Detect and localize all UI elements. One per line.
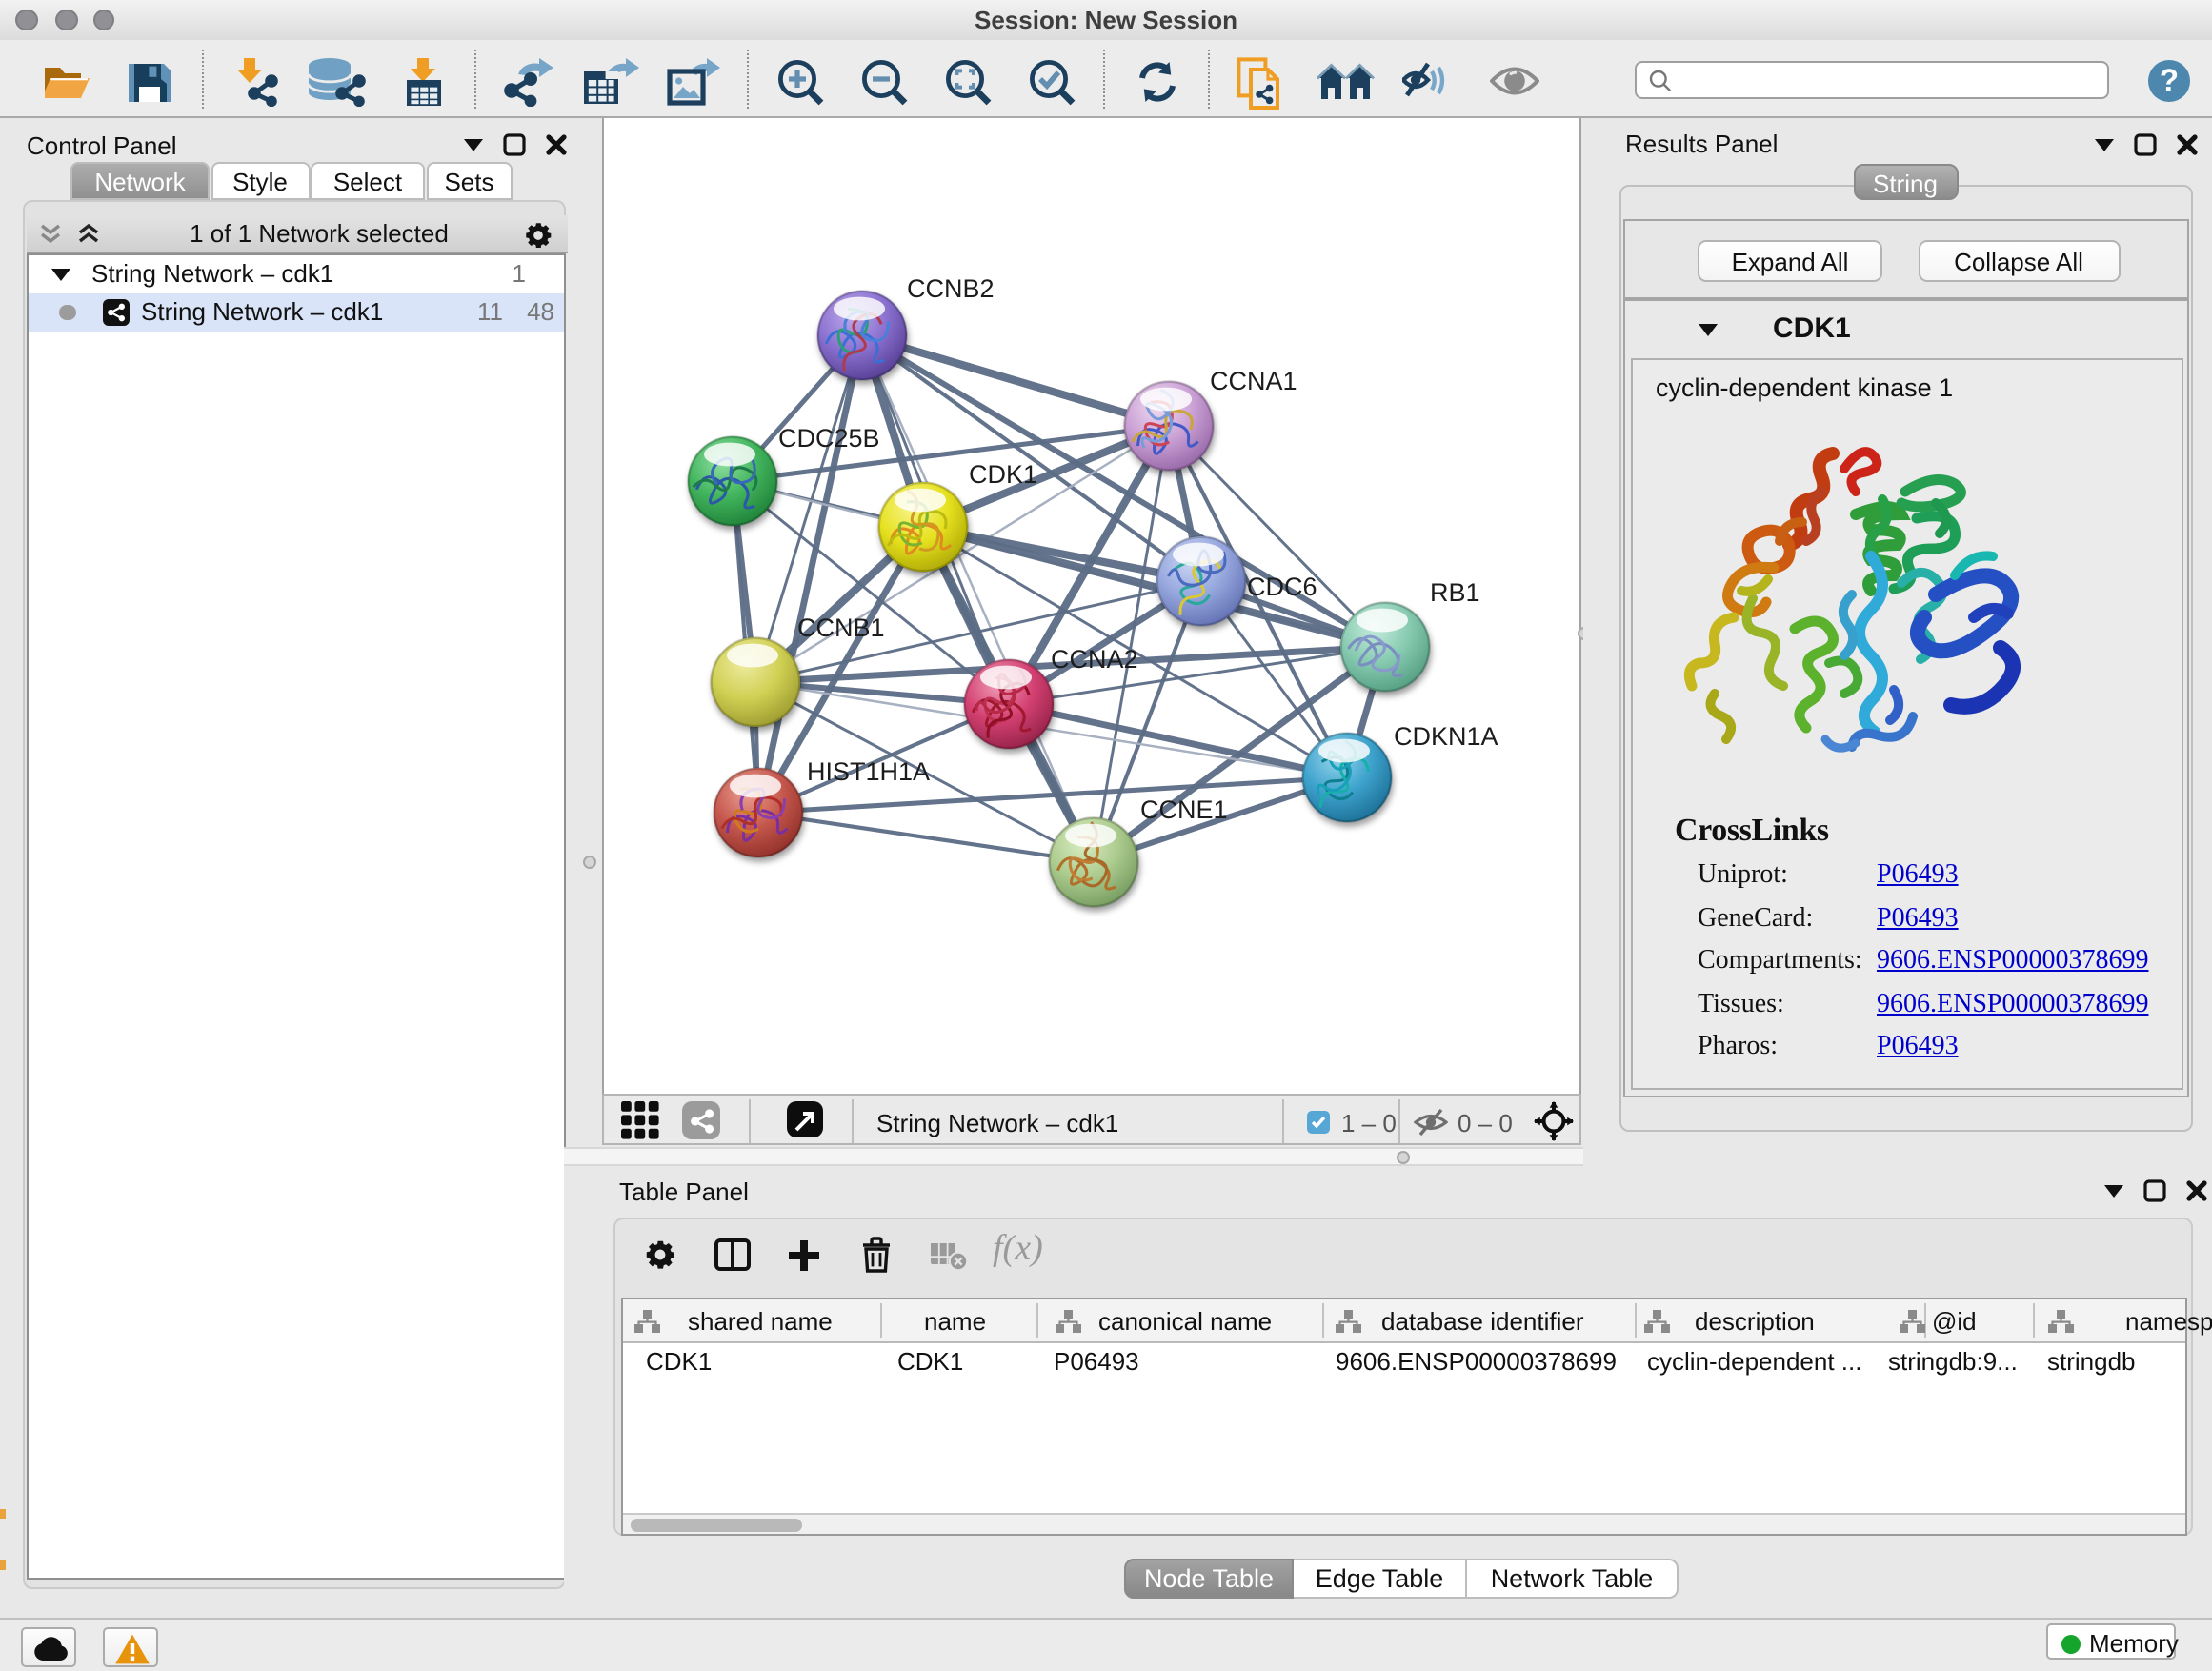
svg-text:HIST1H1A: HIST1H1A: [806, 756, 929, 785]
svg-text:RB1: RB1: [1429, 577, 1479, 606]
svg-text:CCNA1: CCNA1: [1209, 366, 1297, 394]
svg-text:CCNE1: CCNE1: [1139, 795, 1227, 823]
svg-text:CDK1: CDK1: [968, 459, 1036, 488]
svg-text:CDKN1A: CDKN1A: [1393, 721, 1498, 750]
svg-text:CCNB2: CCNB2: [906, 273, 994, 302]
svg-text:CCNB1: CCNB1: [796, 613, 884, 641]
svg-text:CCNA2: CCNA2: [1050, 644, 1137, 673]
svg-text:CDC6: CDC6: [1246, 572, 1317, 600]
svg-text:?: ?: [2160, 62, 2179, 97]
svg-text:CDC25B: CDC25B: [777, 423, 879, 452]
